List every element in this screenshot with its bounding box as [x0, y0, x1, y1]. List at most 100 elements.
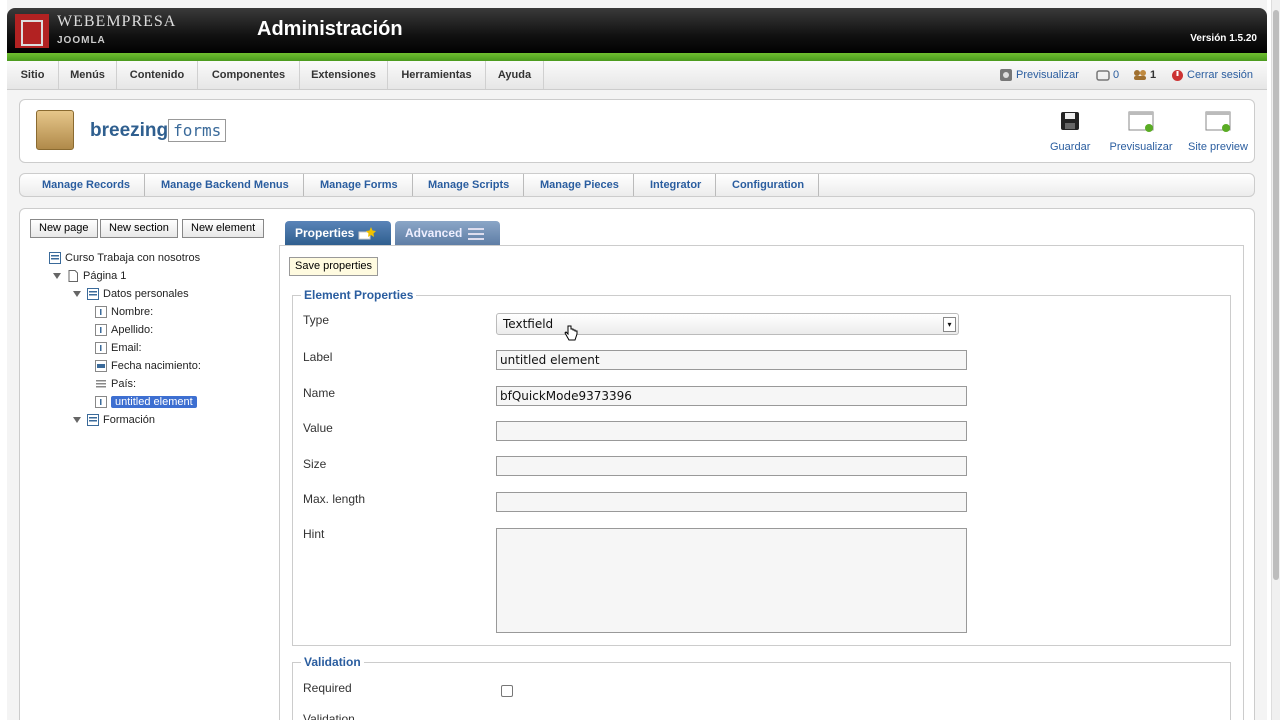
- tree-root[interactable]: Curso Trabaja con nosotros: [49, 250, 200, 266]
- brand-name: WEBEMPRESA: [57, 13, 177, 30]
- tree-section-datos[interactable]: Datos personales: [73, 286, 189, 302]
- status-users[interactable]: 1: [1133, 61, 1156, 89]
- admin-window: WEBEMPRESA JOOMLA Administración Versión…: [7, 0, 1267, 720]
- menu-item-menus[interactable]: Menús: [59, 61, 117, 89]
- tree-element-untitled[interactable]: untitled element: [95, 394, 197, 410]
- textfield-icon: [95, 396, 107, 409]
- scrollbar-thumb[interactable]: [1273, 10, 1279, 580]
- submenu-integrator[interactable]: Integrator: [650, 174, 717, 196]
- properties-star-icon: [358, 226, 376, 240]
- save-button-label: Guardar: [1050, 141, 1091, 153]
- maxlength-input[interactable]: [496, 492, 967, 512]
- menu-item-contenido[interactable]: Contenido: [117, 61, 198, 89]
- submenu-manage-records[interactable]: Manage Records: [42, 174, 146, 196]
- version-label: Versión 1.5.20: [1190, 33, 1257, 44]
- submenu-configuration[interactable]: Configuration: [732, 174, 820, 196]
- expand-arrow-icon[interactable]: [73, 291, 81, 298]
- magnifier-icon: [1000, 69, 1012, 82]
- site-preview-button-label: Site preview: [1188, 141, 1248, 153]
- component-header: breezing forms Guardar Previsualizar Site…: [19, 99, 1255, 163]
- date-field-icon: [95, 360, 107, 373]
- menu-item-componentes[interactable]: Componentes: [198, 61, 300, 89]
- tree-element-label: untitled element: [111, 396, 197, 408]
- page-title: Administración: [257, 18, 403, 40]
- logo-breezing-text: breezing: [90, 120, 169, 141]
- preview-window-icon: [1128, 111, 1154, 132]
- menu-item-ayuda[interactable]: Ayuda: [486, 61, 544, 89]
- page-icon: [68, 270, 78, 283]
- save-properties-button[interactable]: Save properties: [289, 257, 379, 276]
- label-input[interactable]: untitled element: [496, 350, 967, 370]
- type-label: Type: [303, 313, 330, 327]
- tree-root-label: Curso Trabaja con nosotros: [65, 252, 201, 264]
- size-field-label: Size: [303, 457, 327, 471]
- validation-legend: Validation: [304, 655, 361, 669]
- new-page-button[interactable]: New page: [30, 219, 98, 238]
- preview-button[interactable]: Previsualizar: [1108, 110, 1174, 153]
- users-icon: [1134, 70, 1146, 81]
- form-icon: [49, 252, 61, 265]
- tree-element-email[interactable]: Email:: [95, 340, 142, 356]
- tree-element-fecha[interactable]: Fecha nacimiento:: [95, 358, 201, 374]
- status-preview-label: Previsualizar: [1016, 69, 1079, 81]
- maxlength-field-label: Max. length: [303, 492, 366, 506]
- name-field-label: Name: [303, 386, 336, 400]
- tree-section-label: Datos personales: [103, 288, 189, 300]
- advanced-list-icon: [467, 227, 484, 240]
- submenu-manage-backend-menus[interactable]: Manage Backend Menus: [161, 174, 304, 196]
- dropdown-arrow-icon[interactable]: ▾: [943, 317, 956, 332]
- component-box-icon: [36, 110, 74, 150]
- tree-section-formacion[interactable]: Formación: [73, 412, 155, 428]
- tree-element-nombre[interactable]: Nombre:: [95, 304, 153, 320]
- new-section-button[interactable]: New section: [100, 219, 178, 238]
- tree-section-label: Formación: [103, 414, 155, 426]
- menu-item-extensiones[interactable]: Extensiones: [300, 61, 388, 89]
- element-properties-legend: Element Properties: [304, 288, 414, 302]
- menu-item-herramientas[interactable]: Herramientas: [388, 61, 486, 89]
- tab-properties[interactable]: Properties: [285, 221, 391, 245]
- tree-element-label: Fecha nacimiento:: [111, 360, 201, 372]
- tree-page-1[interactable]: Página 1: [53, 268, 126, 284]
- site-preview-button[interactable]: Site preview: [1186, 110, 1250, 153]
- expand-arrow-icon[interactable]: [73, 417, 81, 424]
- tab-properties-label: Properties: [295, 226, 355, 240]
- select-list-icon: [96, 380, 106, 388]
- preview-button-label: Previsualizar: [1109, 141, 1173, 153]
- submenu-manage-pieces[interactable]: Manage Pieces: [540, 174, 634, 196]
- menu-item-sitio[interactable]: Sitio: [7, 61, 59, 89]
- tree-element-apellido[interactable]: Apellido:: [95, 322, 153, 338]
- status-preview[interactable]: Previsualizar: [999, 61, 1079, 89]
- admin-header: WEBEMPRESA JOOMLA Administración Versión…: [7, 8, 1267, 54]
- hint-textarea[interactable]: [496, 528, 967, 633]
- component-submenu: Manage Records Manage Backend Menus Mana…: [19, 173, 1255, 197]
- status-logout[interactable]: Cerrar sesión: [1171, 61, 1253, 89]
- section-icon: [87, 414, 99, 427]
- status-messages[interactable]: 0: [1096, 61, 1119, 89]
- tree-page-label: Página 1: [83, 270, 127, 282]
- type-select-value: Textfield: [503, 317, 554, 331]
- logout-icon: [1172, 69, 1183, 81]
- messages-count: 0: [1113, 69, 1120, 81]
- save-button[interactable]: Guardar: [1050, 110, 1090, 153]
- label-field-label: Label: [303, 350, 333, 364]
- tab-advanced[interactable]: Advanced: [395, 221, 500, 245]
- value-input[interactable]: [496, 421, 967, 441]
- tab-advanced-label: Advanced: [405, 226, 463, 240]
- textfield-icon: [95, 306, 107, 319]
- value-field-label: Value: [303, 421, 333, 435]
- messages-icon: [1096, 70, 1110, 81]
- size-input[interactable]: [496, 456, 967, 476]
- required-checkbox[interactable]: [501, 685, 513, 697]
- expand-arrow-icon[interactable]: [53, 273, 61, 280]
- textfield-icon: [95, 324, 107, 337]
- submenu-manage-scripts[interactable]: Manage Scripts: [428, 174, 525, 196]
- validation-field-label: Validation: [303, 712, 355, 720]
- submenu-manage-forms[interactable]: Manage Forms: [320, 174, 413, 196]
- tree-element-pais[interactable]: País:: [95, 376, 136, 392]
- new-element-button[interactable]: New element: [182, 219, 265, 238]
- floppy-disk-icon: [1061, 112, 1079, 130]
- users-count: 1: [1150, 69, 1157, 81]
- tree-element-label: País:: [111, 378, 137, 390]
- name-input[interactable]: bfQuickMode9373396: [496, 386, 967, 406]
- logo-forms-text: forms: [168, 119, 227, 142]
